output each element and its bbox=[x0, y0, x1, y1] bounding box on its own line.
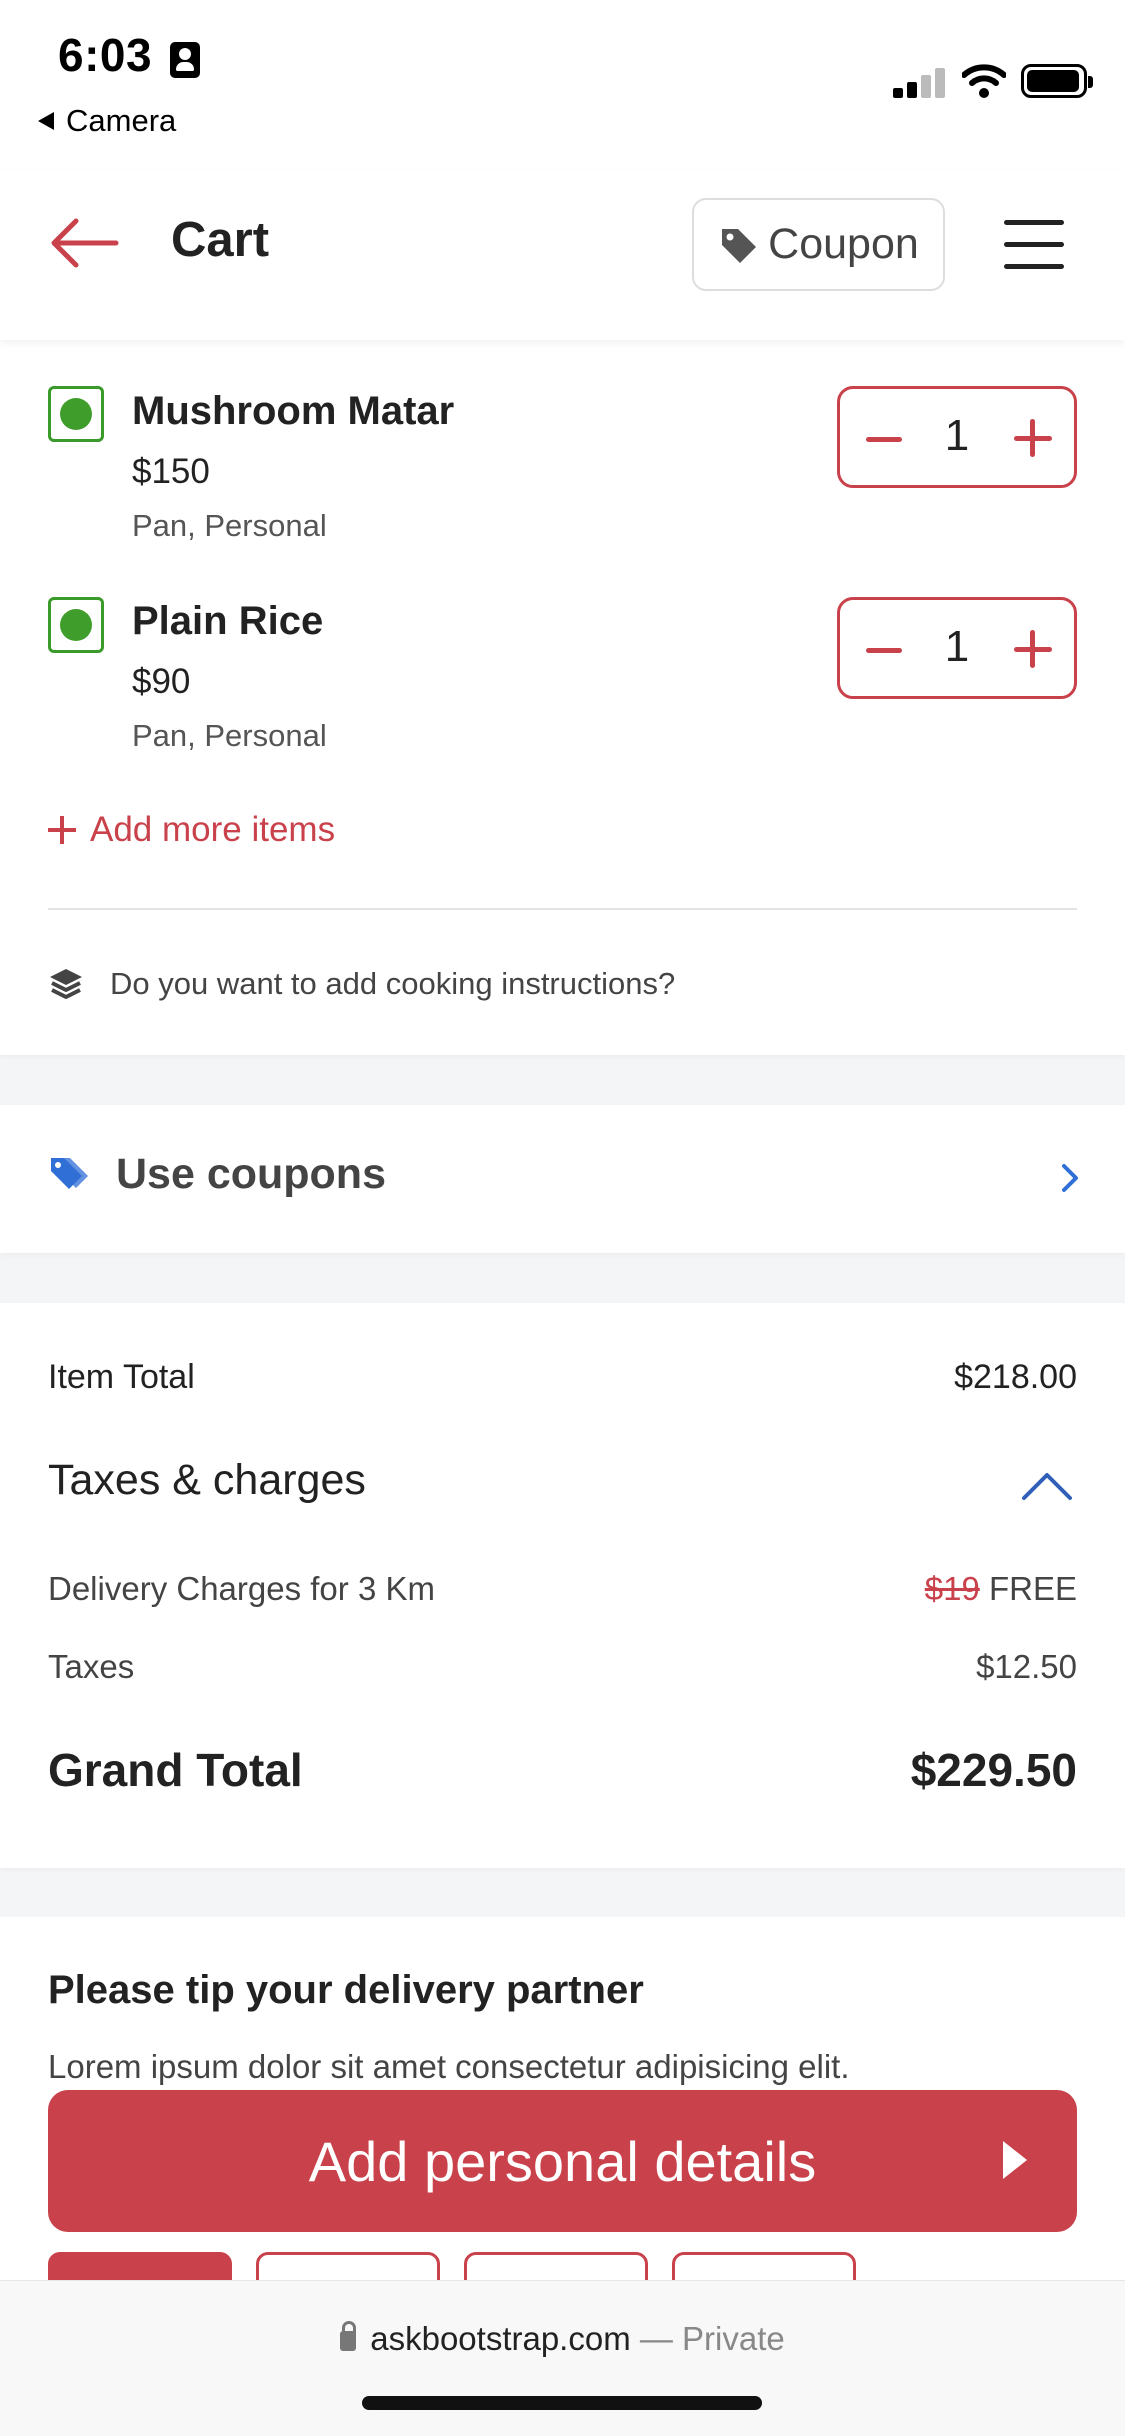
taxes-charges-label: Taxes & charges bbox=[48, 1456, 366, 1504]
status-bar bbox=[0, 0, 1125, 170]
tags-icon bbox=[51, 1157, 88, 1189]
back-app-label: Camera bbox=[66, 103, 177, 138]
chevron-right-icon[interactable] bbox=[1054, 1160, 1084, 1196]
add-personal-details-button[interactable]: Add personal details bbox=[48, 2090, 1077, 2232]
browser-bottom-bar bbox=[0, 2280, 1125, 2436]
item-description: Pan, Personal bbox=[132, 508, 327, 543]
wifi-icon bbox=[962, 64, 1006, 98]
item-description: Pan, Personal bbox=[132, 718, 327, 753]
grand-total-value: $229.50 bbox=[910, 1744, 1077, 1796]
back-to-camera-link[interactable]: Camera bbox=[38, 103, 176, 139]
quantity-stepper: 1 bbox=[837, 386, 1077, 488]
cellular-signal-icon bbox=[893, 68, 945, 98]
contact-card-icon bbox=[170, 42, 200, 78]
delivery-old-price: $19 bbox=[924, 1570, 980, 1607]
item-total-value: $218.00 bbox=[954, 1358, 1077, 1396]
app-header bbox=[0, 170, 1125, 340]
item-total-label: Item Total bbox=[48, 1358, 195, 1396]
hamburger-menu-icon[interactable] bbox=[1004, 218, 1066, 272]
url-domain: askbootstrap.com bbox=[370, 2320, 631, 2357]
coupon-button-label: Coupon bbox=[768, 220, 919, 268]
taxes-value: $12.50 bbox=[976, 1648, 1077, 1685]
item-name: Plain Rice bbox=[132, 599, 324, 643]
tip-title: Please tip your delivery partner bbox=[48, 1968, 644, 2012]
address-bar[interactable]: askbootstrap.com — Private bbox=[0, 2320, 1125, 2358]
plus-icon[interactable] bbox=[1014, 629, 1054, 669]
cooking-instructions-label: Do you want to add cooking instructions? bbox=[110, 966, 676, 1001]
lock-icon bbox=[340, 2321, 357, 2351]
item-price: $150 bbox=[132, 452, 210, 491]
page-title: Cart bbox=[171, 213, 270, 267]
cta-label: Add personal details bbox=[308, 2129, 817, 2193]
item-price: $90 bbox=[132, 662, 191, 701]
plus-icon[interactable] bbox=[1014, 418, 1054, 458]
delivery-free-badge: FREE bbox=[988, 1570, 1077, 1607]
back-arrow-icon[interactable] bbox=[48, 215, 120, 271]
quantity-stepper: 1 bbox=[837, 597, 1077, 699]
taxes-label: Taxes bbox=[48, 1648, 135, 1685]
use-coupons-label: Use coupons bbox=[116, 1150, 386, 1198]
divider bbox=[48, 908, 1077, 910]
cooking-instructions-row[interactable]: Do you want to add cooking instructions? bbox=[48, 966, 675, 1002]
private-mode-label: Private bbox=[682, 2320, 785, 2357]
add-more-items-link[interactable]: Add more items bbox=[48, 810, 335, 850]
tip-description: Lorem ipsum dolor sit amet consectetur a… bbox=[48, 2048, 850, 2085]
caret-right-icon bbox=[1003, 2141, 1027, 2179]
battery-icon bbox=[1021, 64, 1093, 98]
veg-indicator-icon bbox=[48, 597, 104, 653]
add-more-items-label: Add more items bbox=[90, 810, 336, 849]
status-time: 6:03 bbox=[58, 29, 153, 81]
delivery-charges-label: Delivery Charges for 3 Km bbox=[48, 1570, 435, 1607]
home-indicator[interactable] bbox=[362, 2396, 762, 2410]
veg-indicator-icon bbox=[48, 386, 104, 442]
plus-icon bbox=[48, 815, 78, 845]
delivery-charges-value: $19 FREE bbox=[925, 1570, 1077, 1608]
grand-total-label: Grand Total bbox=[48, 1744, 303, 1796]
layers-icon bbox=[50, 969, 82, 999]
tag-icon bbox=[722, 228, 757, 263]
coupon-button[interactable]: Coupon bbox=[692, 198, 945, 291]
item-name: Mushroom Matar bbox=[132, 389, 455, 433]
back-triangle-icon bbox=[38, 112, 54, 130]
use-coupons-row[interactable]: Use coupons bbox=[48, 1150, 386, 1199]
chevron-up-icon[interactable] bbox=[1020, 1470, 1074, 1502]
url-separator: — bbox=[630, 2320, 683, 2357]
